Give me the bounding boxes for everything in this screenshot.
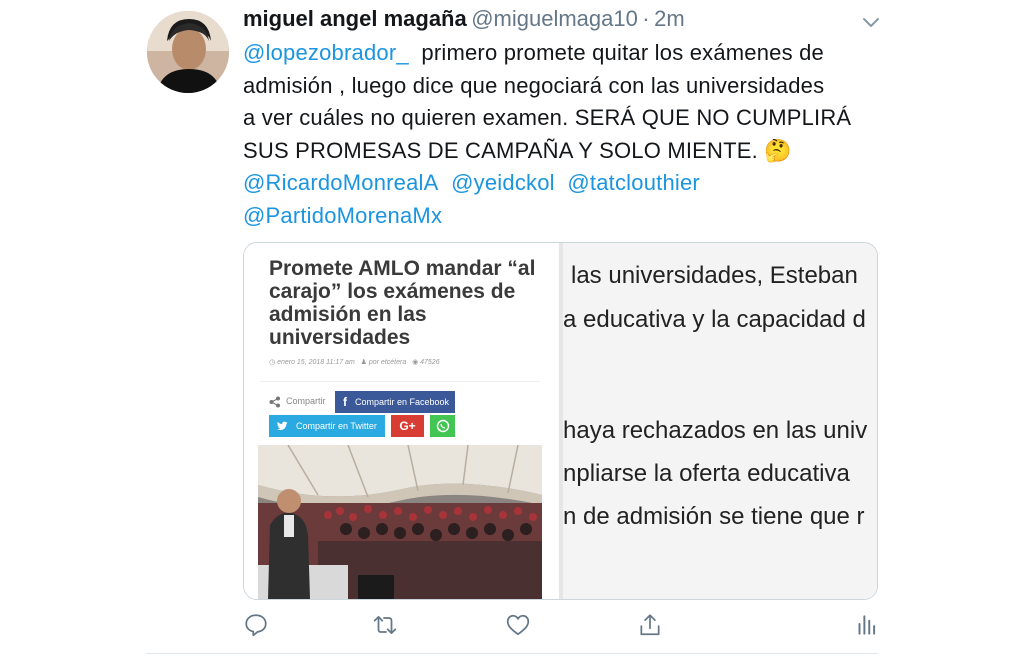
mention-partidomorenamx[interactable]: @PartidoMorenaMx — [243, 203, 442, 228]
retweet-icon[interactable] — [372, 612, 398, 638]
tweet-text-line4: SUS PROMESAS DE CAMPAÑA Y SOLO MIENTE. — [243, 137, 758, 163]
crowd-photo — [258, 445, 542, 599]
tweet-text-line1: primero promete quitar los exámenes de — [421, 40, 824, 65]
mention-yeidckol[interactable]: @yeidckol — [451, 170, 555, 195]
article-photo — [258, 445, 542, 599]
separator: · — [642, 6, 650, 31]
tweet-line-2: admisión , luego dice que negociará con … — [243, 72, 825, 98]
tweet-line-4: SUS PROMESAS DE CAMPAÑA Y SOLO MIENTE. 🤔 — [243, 135, 883, 168]
avatar[interactable] — [147, 11, 229, 93]
share-label: Compartir — [286, 396, 326, 406]
tweet-text: @lopezobrador_ primero promete quitar lo… — [243, 37, 883, 233]
clock-icon: ◷ — [269, 359, 276, 366]
twitter-bird-icon — [277, 421, 288, 431]
share-icon[interactable] — [637, 612, 663, 638]
article-views: 47526 — [420, 359, 440, 366]
tweet-line-5: @RicardoMonrealA @yeidckol @tatclouthier — [243, 167, 883, 200]
tweet-header: miguel angel magaña @miguelmaga10 · 2m — [243, 6, 685, 36]
zoom-line-2: a educativa y la capacidad d — [563, 306, 866, 333]
article-date: enero 15, 2018 11:17 am — [277, 359, 355, 366]
article-divider — [260, 381, 540, 382]
author-name[interactable]: miguel angel magaña — [243, 6, 467, 31]
zoomed-article-text: las universidades, Esteban a educativa y… — [563, 243, 877, 599]
share-facebook-button: f Compartir en Facebook — [335, 391, 455, 413]
zoom-line-3: haya rechazados en las univ — [563, 417, 868, 444]
analytics-icon[interactable] — [853, 612, 879, 638]
share-gplus-button: G+ — [391, 415, 424, 437]
heart-icon[interactable] — [505, 612, 531, 638]
zoom-line-4: npliarse la oferta educativa — [563, 460, 850, 487]
article-headline: Promete AMLO mandar “al carajo” los exám… — [269, 257, 536, 349]
avatar-photo — [147, 11, 229, 93]
article-screenshot: Promete AMLO mandar “al carajo” los exám… — [244, 243, 559, 599]
person-icon: ♟ — [360, 359, 367, 366]
tweet-line-6: @PartidoMorenaMx — [243, 200, 883, 233]
tweet-line-1: @lopezobrador_ primero promete quitar lo… — [243, 37, 883, 70]
mention-tatclouthier[interactable]: @tatclouthier — [567, 170, 700, 195]
facebook-label: Compartir en Facebook — [355, 397, 450, 407]
article-meta: ◷ enero 15, 2018 11:17 am ♟ por etcétera… — [269, 358, 440, 366]
reply-icon[interactable] — [243, 612, 269, 638]
twitter-label: Compartir en Twitter — [296, 421, 377, 431]
author-handle[interactable]: @miguelmaga10 — [471, 6, 638, 31]
share-twitter-button: Compartir en Twitter — [269, 415, 385, 437]
zoom-line-1: las universidades, Esteban — [571, 262, 858, 289]
share-nodes-icon — [269, 396, 280, 408]
whatsapp-icon — [436, 419, 449, 433]
zoom-line-5: n de admisión se tiene que r — [563, 503, 865, 530]
share-whatsapp-button — [430, 415, 455, 437]
bottom-divider — [146, 653, 878, 654]
mention-ricardomonreala[interactable]: @RicardoMonrealA — [243, 170, 439, 195]
facebook-icon: f — [343, 395, 347, 409]
media-card[interactable]: Promete AMLO mandar “al carajo” los exám… — [243, 242, 878, 600]
timestamp[interactable]: 2m — [654, 6, 685, 31]
chevron-down-icon[interactable] — [861, 12, 881, 32]
tweet-actions — [243, 612, 883, 642]
eye-icon: ◉ — [412, 359, 419, 366]
article-author: por etcétera — [368, 359, 407, 366]
mention-lopezobrador[interactable]: @lopezobrador_ — [243, 40, 409, 65]
thinking-emoji: 🤔 — [764, 137, 792, 163]
tweet-line-3: a ver cuáles no quieren examen. SERÁ QUE… — [243, 105, 852, 131]
